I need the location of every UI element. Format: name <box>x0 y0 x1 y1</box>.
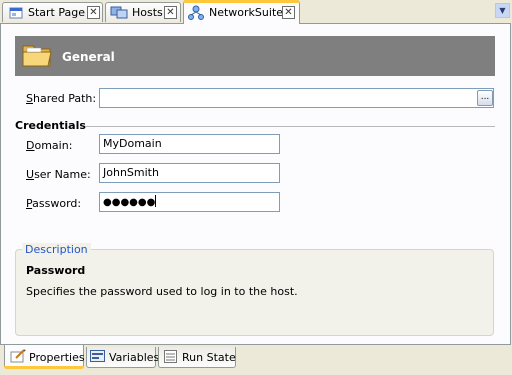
close-icon[interactable]: ✕ <box>87 6 100 19</box>
home-page-icon <box>8 6 24 23</box>
domain-field[interactable]: MyDomain <box>99 134 280 154</box>
description-text: Specifies the password used to log in to… <box>26 285 298 298</box>
document-tab-strip: Start Page ✕ Hosts ✕ NetworkSuite ✕ ▼ <box>0 0 512 24</box>
tab-run-state-label: Run State <box>182 351 236 364</box>
folder-icon <box>21 40 53 73</box>
tab-start-page[interactable]: Start Page ✕ <box>2 2 103 22</box>
run-state-icon <box>164 350 178 367</box>
domain-label: Domain: <box>26 139 73 152</box>
user-name-label: User Name: <box>26 168 91 181</box>
description-legend: Description <box>22 243 91 256</box>
tab-hosts[interactable]: Hosts ✕ <box>105 2 181 22</box>
close-icon[interactable]: ✕ <box>164 6 177 19</box>
hosts-icon <box>110 5 128 23</box>
tab-networksuite-label: NetworkSuite <box>209 6 284 19</box>
credentials-heading: Credentials <box>15 119 86 132</box>
password-value: ●●●●●● <box>103 197 156 208</box>
section-header: General <box>15 36 495 76</box>
shared-path-label-rest: hared Path: <box>32 92 97 105</box>
description-title: Password <box>26 264 86 277</box>
section-title: General <box>62 50 115 64</box>
credentials-divider <box>85 126 495 127</box>
tab-variables[interactable]: Variables <box>86 347 160 368</box>
shared-path-input[interactable] <box>99 88 494 108</box>
tab-networksuite[interactable]: NetworkSuite ✕ <box>183 0 300 24</box>
tab-variables-label: Variables <box>109 351 160 364</box>
tab-properties-label: Properties <box>29 351 85 364</box>
tab-hosts-label: Hosts <box>132 6 163 19</box>
password-label: Password: <box>26 197 82 210</box>
password-field[interactable]: ●●●●●● <box>99 192 280 212</box>
network-suite-icon <box>188 5 204 24</box>
browse-button[interactable]: ... <box>477 90 493 106</box>
tab-start-page-label: Start Page <box>28 6 85 19</box>
tab-run-state[interactable]: Run State <box>158 347 236 368</box>
variables-icon <box>90 350 106 366</box>
user-name-field[interactable]: JohnSmith <box>99 163 280 183</box>
tab-properties[interactable]: Properties <box>4 345 85 369</box>
description-panel: Description Password Specifies the passw… <box>15 243 494 336</box>
properties-icon <box>10 349 26 366</box>
close-icon[interactable]: ✕ <box>282 6 295 19</box>
shared-path-label: Shared Path: <box>26 92 97 105</box>
chevron-down-icon[interactable]: ▼ <box>495 3 510 18</box>
text-cursor <box>155 195 157 207</box>
